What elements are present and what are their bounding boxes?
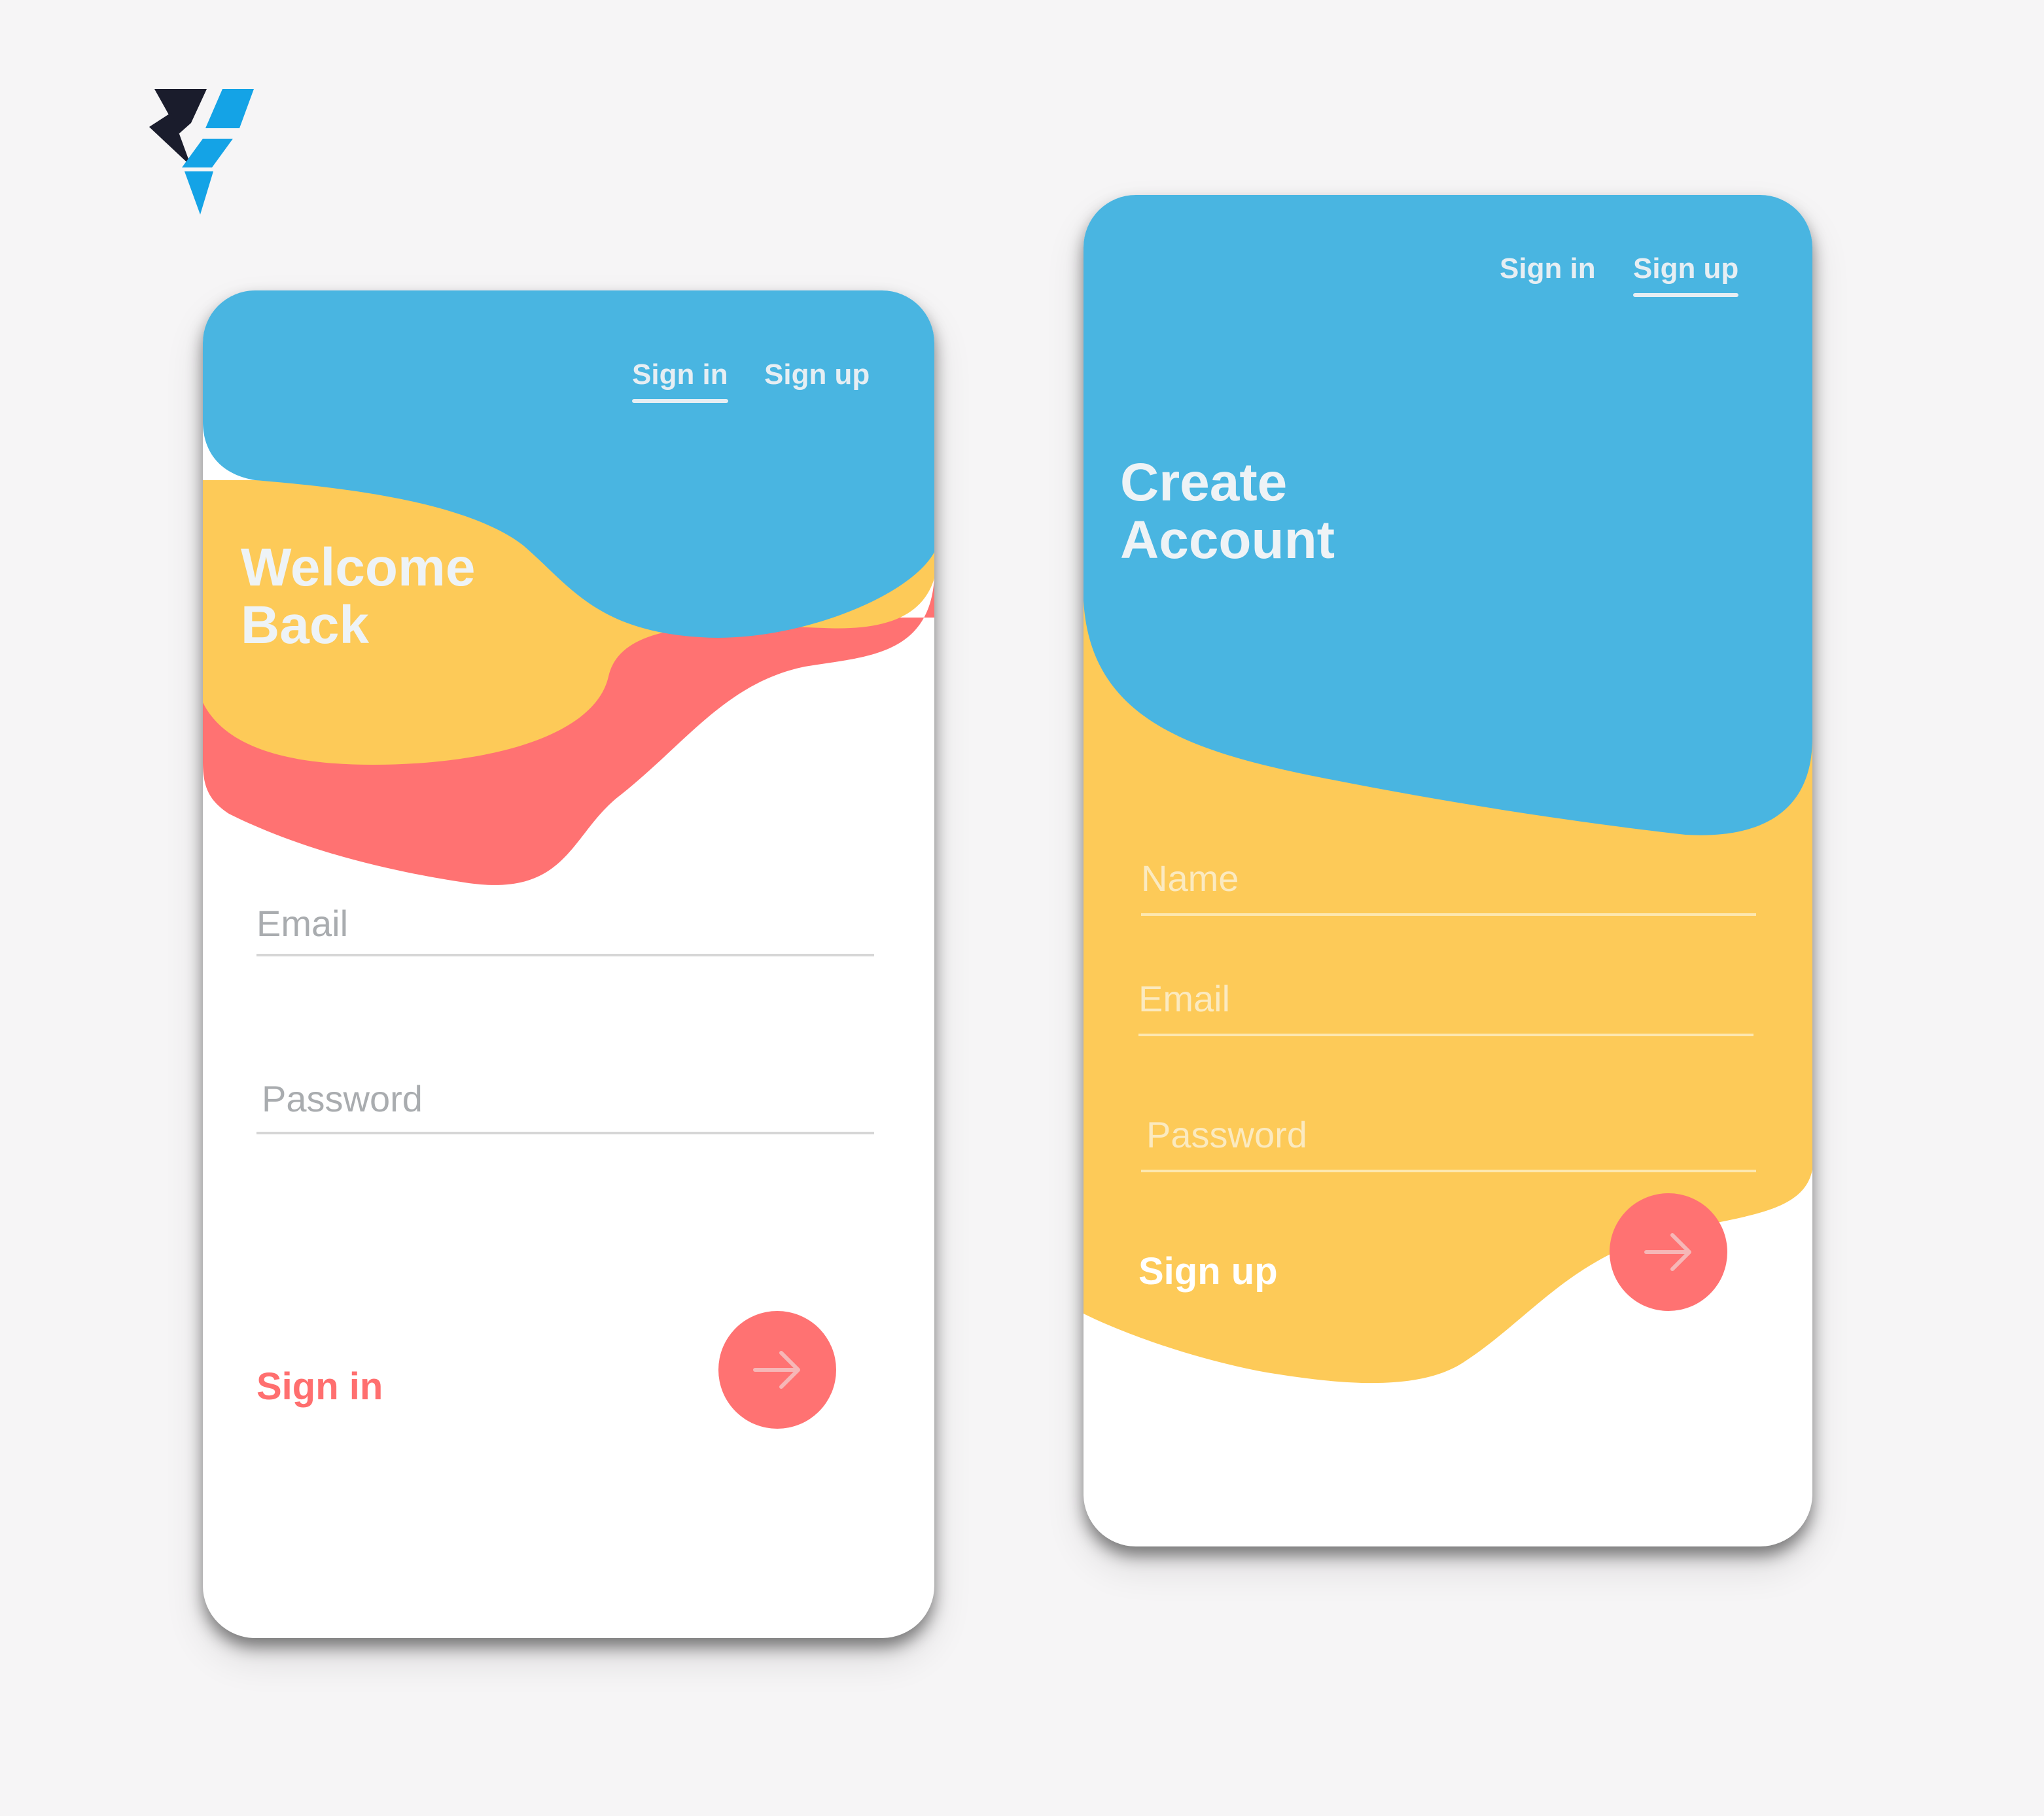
arrow-right-icon <box>1644 1233 1691 1271</box>
signin-action-label[interactable]: Sign in <box>256 1365 383 1408</box>
signin-screen: Sign in Sign up Welcome Back Sign in <box>203 290 934 1638</box>
password-field[interactable] <box>1141 1099 1756 1172</box>
tab-signup[interactable]: Sign up <box>764 358 870 391</box>
title-line-1: Welcome <box>241 538 476 597</box>
page-title: Create Account <box>1120 454 1335 569</box>
email-field[interactable] <box>1138 963 1753 1036</box>
signup-submit-button[interactable] <box>1610 1193 1727 1311</box>
signin-wave-background <box>203 290 934 885</box>
signin-submit-button[interactable] <box>718 1311 836 1429</box>
tab-signin[interactable]: Sign in <box>632 358 728 403</box>
signup-screen: Sign in Sign up Create Account Sign up <box>1084 195 1812 1546</box>
title-line-1: Create <box>1120 453 1288 512</box>
arrow-right-icon <box>753 1351 800 1389</box>
tab-signup[interactable]: Sign up <box>1633 253 1739 297</box>
title-line-2: Account <box>1120 510 1335 570</box>
title-line-2: Back <box>241 595 370 655</box>
page-title: Welcome Back <box>241 539 476 654</box>
signup-action-label[interactable]: Sign up <box>1138 1249 1278 1293</box>
tab-signin[interactable]: Sign in <box>1500 253 1596 285</box>
password-field[interactable] <box>256 1066 874 1134</box>
name-field[interactable] <box>1141 843 1756 916</box>
email-field[interactable] <box>256 892 874 956</box>
brand-logo-icon <box>149 89 254 215</box>
